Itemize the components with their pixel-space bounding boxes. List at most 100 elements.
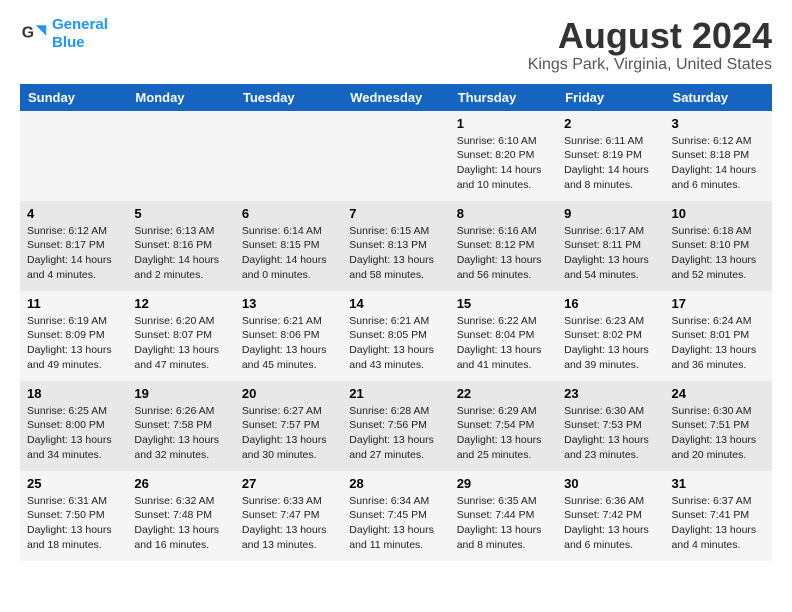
day-number: 28 — [349, 476, 442, 491]
day-info: Sunrise: 6:34 AM Sunset: 7:45 PM Dayligh… — [349, 494, 442, 553]
calendar-cell-w3d7: 17 Sunrise: 6:24 AM Sunset: 8:01 PM Dayli… — [665, 291, 772, 381]
day-number: 17 — [672, 296, 765, 311]
day-info: Sunrise: 6:15 AM Sunset: 8:13 PM Dayligh… — [349, 224, 442, 283]
calendar-cell-w3d6: 16Sunrise: 6:23 AM Sunset: 8:02 PM Dayli… — [557, 291, 664, 381]
calendar-cell-w4d3: 20 Sunrise: 6:27 AM Sunset: 7:57 PM Dayli… — [235, 381, 342, 471]
day-info: Sunrise: 6:28 AM Sunset: 7:56 PM Dayligh… — [349, 404, 442, 463]
calendar-cell-w2d2: 5 Sunrise: 6:13 AM Sunset: 8:16 PM Daylig… — [127, 201, 234, 291]
day-info: Sunrise: 6:12 AM Sunset: 8:17 PM Dayligh… — [27, 224, 120, 283]
calendar-cell-w1d7: 3Sunrise: 6:12 AM Sunset: 8:18 PM Daylig… — [665, 111, 772, 201]
calendar-cell-w4d2: 19 Sunrise: 6:26 AM Sunset: 7:58 PM Dayli… — [127, 381, 234, 471]
day-number: 12 — [134, 296, 227, 311]
day-number: 13 — [242, 296, 335, 311]
col-saturday: Saturday — [665, 84, 772, 111]
week-row-5: 25 Sunrise: 6:31 AM Sunset: 7:50 PM Dayli… — [20, 471, 772, 561]
day-number: 7 — [349, 206, 442, 221]
day-number: 20 — [242, 386, 335, 401]
day-number: 18 — [27, 386, 120, 401]
day-number: 9 — [564, 206, 657, 221]
calendar-table: Sunday Monday Tuesday Wednesday Thursday… — [20, 84, 772, 561]
calendar-cell-w2d3: 6 Sunrise: 6:14 AM Sunset: 8:15 PM Daylig… — [235, 201, 342, 291]
day-number: 6 — [242, 206, 335, 221]
day-number: 16 — [564, 296, 657, 311]
day-info: Sunrise: 6:27 AM Sunset: 7:57 PM Dayligh… — [242, 404, 335, 463]
calendar-cell-w3d1: 11Sunrise: 6:19 AM Sunset: 8:09 PM Dayli… — [20, 291, 127, 381]
day-info: Sunrise: 6:25 AM Sunset: 8:00 PM Dayligh… — [27, 404, 120, 463]
day-number: 31 — [672, 476, 765, 491]
day-info: Sunrise: 6:10 AM Sunset: 8:20 PM Dayligh… — [457, 134, 550, 193]
day-number: 14 — [349, 296, 442, 311]
day-info: Sunrise: 6:30 AM Sunset: 7:51 PM Dayligh… — [672, 404, 765, 463]
col-wednesday: Wednesday — [342, 84, 449, 111]
day-number: 30 — [564, 476, 657, 491]
calendar-cell-w1d4 — [342, 111, 449, 201]
calendar-cell-w3d3: 13 Sunrise: 6:21 AM Sunset: 8:06 PM Dayli… — [235, 291, 342, 381]
day-info: Sunrise: 6:17 AM Sunset: 8:11 PM Dayligh… — [564, 224, 657, 283]
calendar-cell-w5d5: 29 Sunrise: 6:35 AM Sunset: 7:44 PM Dayli… — [450, 471, 557, 561]
day-number: 29 — [457, 476, 550, 491]
calendar-cell-w3d2: 12Sunrise: 6:20 AM Sunset: 8:07 PM Dayli… — [127, 291, 234, 381]
day-number: 23 — [564, 386, 657, 401]
day-number: 25 — [27, 476, 120, 491]
day-number: 4 — [27, 206, 120, 221]
day-number: 5 — [134, 206, 227, 221]
day-info: Sunrise: 6:26 AM Sunset: 7:58 PM Dayligh… — [134, 404, 227, 463]
col-tuesday: Tuesday — [235, 84, 342, 111]
calendar-cell-w2d5: 8 Sunrise: 6:16 AM Sunset: 8:12 PM Daylig… — [450, 201, 557, 291]
calendar-cell-w4d4: 21Sunrise: 6:28 AM Sunset: 7:56 PM Dayli… — [342, 381, 449, 471]
week-row-1: 1 Sunrise: 6:10 AM Sunset: 8:20 PM Daylig… — [20, 111, 772, 201]
page-header: G General Blue August 2024 Kings Park, V… — [20, 16, 772, 74]
day-info: Sunrise: 6:30 AM Sunset: 7:53 PM Dayligh… — [564, 404, 657, 463]
day-info: Sunrise: 6:33 AM Sunset: 7:47 PM Dayligh… — [242, 494, 335, 553]
day-number: 15 — [457, 296, 550, 311]
calendar-cell-w2d6: 9 Sunrise: 6:17 AM Sunset: 8:11 PM Daylig… — [557, 201, 664, 291]
day-number: 8 — [457, 206, 550, 221]
day-info: Sunrise: 6:13 AM Sunset: 8:16 PM Dayligh… — [134, 224, 227, 283]
calendar-cell-w1d2 — [127, 111, 234, 201]
day-info: Sunrise: 6:24 AM Sunset: 8:01 PM Dayligh… — [672, 314, 765, 373]
calendar-cell-w5d7: 31 Sunrise: 6:37 AM Sunset: 7:41 PM Dayli… — [665, 471, 772, 561]
day-number: 11 — [27, 296, 120, 311]
day-info: Sunrise: 6:29 AM Sunset: 7:54 PM Dayligh… — [457, 404, 550, 463]
calendar-cell-w5d6: 30 Sunrise: 6:36 AM Sunset: 7:42 PM Dayli… — [557, 471, 664, 561]
day-info: Sunrise: 6:37 AM Sunset: 7:41 PM Dayligh… — [672, 494, 765, 553]
day-info: Sunrise: 6:14 AM Sunset: 8:15 PM Dayligh… — [242, 224, 335, 283]
logo-icon: G — [20, 20, 48, 48]
svg-text:G: G — [22, 25, 34, 42]
calendar-cell-w2d7: 10 Sunrise: 6:18 AM Sunset: 8:10 PM Dayli… — [665, 201, 772, 291]
calendar-cell-w5d1: 25 Sunrise: 6:31 AM Sunset: 7:50 PM Dayli… — [20, 471, 127, 561]
day-info: Sunrise: 6:16 AM Sunset: 8:12 PM Dayligh… — [457, 224, 550, 283]
day-info: Sunrise: 6:21 AM Sunset: 8:06 PM Dayligh… — [242, 314, 335, 373]
calendar-cell-w4d5: 22 Sunrise: 6:29 AM Sunset: 7:54 PM Dayli… — [450, 381, 557, 471]
calendar-header-row: Sunday Monday Tuesday Wednesday Thursday… — [20, 84, 772, 111]
col-thursday: Thursday — [450, 84, 557, 111]
calendar-cell-w1d5: 1 Sunrise: 6:10 AM Sunset: 8:20 PM Daylig… — [450, 111, 557, 201]
calendar-cell-w2d1: 4 Sunrise: 6:12 AM Sunset: 8:17 PM Daylig… — [20, 201, 127, 291]
day-info: Sunrise: 6:22 AM Sunset: 8:04 PM Dayligh… — [457, 314, 550, 373]
week-row-3: 11Sunrise: 6:19 AM Sunset: 8:09 PM Dayli… — [20, 291, 772, 381]
day-number: 19 — [134, 386, 227, 401]
day-number: 2 — [564, 116, 657, 131]
calendar-cell-w1d6: 2 Sunrise: 6:11 AM Sunset: 8:19 PM Daylig… — [557, 111, 664, 201]
day-info: Sunrise: 6:35 AM Sunset: 7:44 PM Dayligh… — [457, 494, 550, 553]
day-info: Sunrise: 6:31 AM Sunset: 7:50 PM Dayligh… — [27, 494, 120, 553]
calendar-cell-w3d4: 14 Sunrise: 6:21 AM Sunset: 8:05 PM Dayli… — [342, 291, 449, 381]
calendar-cell-w4d1: 18 Sunrise: 6:25 AM Sunset: 8:00 PM Dayli… — [20, 381, 127, 471]
calendar-cell-w1d1 — [20, 111, 127, 201]
calendar-cell-w4d6: 23 Sunrise: 6:30 AM Sunset: 7:53 PM Dayli… — [557, 381, 664, 471]
day-info: Sunrise: 6:36 AM Sunset: 7:42 PM Dayligh… — [564, 494, 657, 553]
day-info: Sunrise: 6:18 AM Sunset: 8:10 PM Dayligh… — [672, 224, 765, 283]
calendar-cell-w5d3: 27Sunrise: 6:33 AM Sunset: 7:47 PM Dayli… — [235, 471, 342, 561]
day-info: Sunrise: 6:11 AM Sunset: 8:19 PM Dayligh… — [564, 134, 657, 193]
day-number: 10 — [672, 206, 765, 221]
calendar-cell-w5d4: 28 Sunrise: 6:34 AM Sunset: 7:45 PM Dayli… — [342, 471, 449, 561]
page-title: August 2024 — [528, 16, 772, 56]
day-info: Sunrise: 6:12 AM Sunset: 8:18 PM Dayligh… — [672, 134, 765, 193]
day-number: 24 — [672, 386, 765, 401]
calendar-cell-w2d4: 7 Sunrise: 6:15 AM Sunset: 8:13 PM Daylig… — [342, 201, 449, 291]
day-info: Sunrise: 6:21 AM Sunset: 8:05 PM Dayligh… — [349, 314, 442, 373]
calendar-cell-w1d3 — [235, 111, 342, 201]
week-row-2: 4 Sunrise: 6:12 AM Sunset: 8:17 PM Daylig… — [20, 201, 772, 291]
day-number: 22 — [457, 386, 550, 401]
day-number: 1 — [457, 116, 550, 131]
